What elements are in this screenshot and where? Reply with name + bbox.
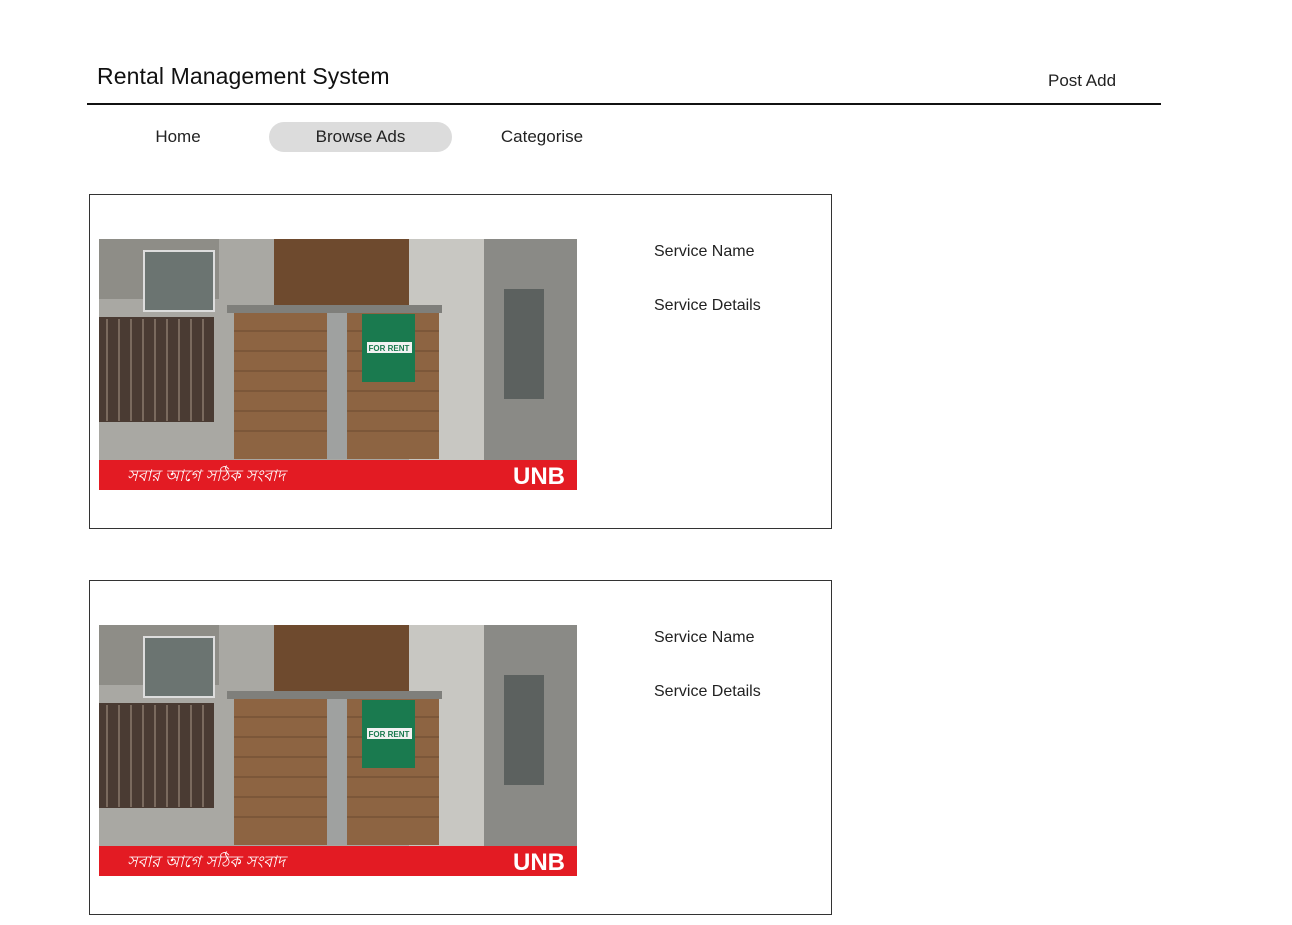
page: Rental Management System Post Add Home B… [0,0,1292,925]
service-details: Service Details [654,683,761,700]
brand-logo-text: UNB [513,463,565,490]
app-title: Rental Management System [97,63,390,89]
service-name: Service Name [654,243,755,260]
nav-categorise[interactable]: Categorise [490,122,594,152]
header-divider [87,103,1161,105]
nav-home[interactable]: Home [128,122,228,152]
brand-logo-text: UNB [513,849,565,876]
listing-card[interactable]: FOR RENT সবার আগে সঠিক সংবাদ UNB Service… [89,580,832,915]
post-add-link[interactable]: Post Add [1048,71,1116,91]
nav-browse-ads[interactable]: Browse Ads [269,122,452,152]
for-rent-sign-text: FOR RENT [369,344,410,353]
banner-text: সবার আগে সঠিক সংবাদ [127,465,289,485]
listing-photo[interactable]: FOR RENT সবার আগে সঠিক সংবাদ UNB [99,239,577,490]
listing-photo[interactable]: FOR RENT সবার আগে সঠিক সংবাদ UNB [99,625,577,876]
main-nav: Home Browse Ads Categorise [0,122,1292,152]
banner-text: সবার আগে সঠিক সংবাদ [127,851,289,871]
listing-card[interactable]: FOR RENT সবার আগে সঠিক সংবাদ UNB Service… [89,194,832,529]
service-name: Service Name [654,629,755,646]
for-rent-sign-text: FOR RENT [369,730,410,739]
service-details: Service Details [654,297,761,314]
